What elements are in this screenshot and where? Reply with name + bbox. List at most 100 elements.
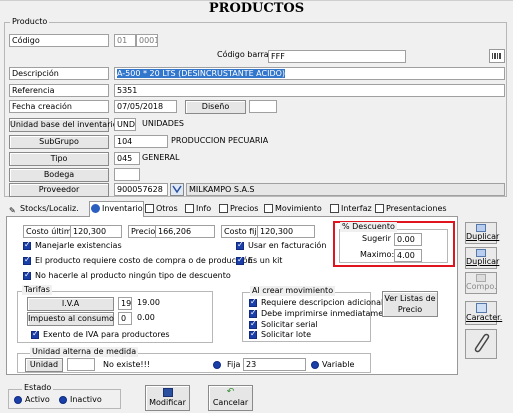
checkbox[interactable] — [23, 270, 31, 280]
checkbox[interactable] — [23, 240, 31, 250]
maximo-field[interactable]: 4.00 — [394, 249, 422, 262]
tab-movimiento-label: Movimiento — [275, 204, 322, 213]
checkbox[interactable] — [249, 308, 257, 318]
tab-stocks[interactable]: ✎ Stocks/Localiz. — [8, 202, 79, 216]
costo-fijo-field[interactable]: 120,300 — [257, 225, 315, 238]
bodega-field[interactable] — [114, 168, 140, 181]
referencia-field[interactable]: 5351 — [114, 84, 505, 97]
presentaciones-icon — [375, 204, 384, 213]
check-es-kit[interactable]: Es un kit — [236, 255, 282, 266]
modificar-button[interactable]: Modificar — [145, 385, 190, 411]
inactivo-radio[interactable] — [59, 396, 67, 404]
iva-button[interactable]: I.V.A — [27, 297, 114, 311]
check-label: Solicitar lote — [261, 330, 312, 339]
diseno-field[interactable] — [249, 100, 277, 113]
precio-field[interactable]: 166,206 — [155, 225, 215, 238]
fija-label: Fija — [227, 360, 241, 369]
check-label: Requiere descripcion adicional — [261, 298, 384, 307]
descripcion-field[interactable]: A-500 * 20 LTS (DESINCRUSTANTE ACIDO) — [114, 67, 505, 80]
check-label: Solicitar serial — [261, 320, 318, 329]
modificar-label: Modificar — [149, 398, 186, 407]
tipo-code-field[interactable]: 045 — [114, 152, 140, 165]
tipo-button[interactable]: Tipo — [9, 152, 109, 166]
tab-inventario[interactable]: Inventario — [89, 201, 144, 217]
tab-otros[interactable]: Otros — [144, 202, 178, 216]
compo-button[interactable]: Compo. — [465, 272, 497, 294]
unidad-base-code-field[interactable]: UND — [114, 118, 136, 131]
estado-title: Estado — [22, 383, 54, 393]
barcode-icon[interactable] — [489, 49, 505, 63]
costo-ultimo-field[interactable]: 120,300 — [70, 225, 122, 238]
check-label: Exento de IVA para productores — [43, 330, 170, 339]
tab-info[interactable]: Info — [184, 202, 211, 216]
duplicar-button-2[interactable]: Duplicar — [465, 247, 499, 269]
checkbox[interactable] — [249, 319, 257, 329]
tab-precios[interactable]: Precios — [218, 202, 258, 216]
check-solicitar-lote[interactable]: Solicitar lote — [249, 329, 312, 340]
attach-button[interactable] — [465, 329, 497, 359]
check-label: El producto requiere costo de compra o d… — [35, 256, 253, 265]
check-label: Debe imprimirse inmediatamente — [261, 309, 397, 318]
proveedor-lookup-icon[interactable] — [170, 183, 184, 196]
producto-group-label: Producto — [10, 17, 50, 27]
info-tab-icon — [185, 204, 194, 213]
checkbox[interactable] — [249, 297, 257, 307]
ver-listas-precio-button[interactable]: Ver Listas de Precio — [382, 291, 438, 317]
check-label: Usar en facturación — [248, 241, 327, 250]
checkbox[interactable] — [236, 240, 244, 250]
precio-label: Precio — [128, 225, 159, 238]
tab-presentaciones[interactable]: Presentaciones — [374, 202, 447, 216]
check-exento-iva[interactable]: Exento de IVA para productores — [31, 329, 170, 340]
activo-radio[interactable] — [14, 396, 22, 404]
tab-interfaz[interactable]: Interfaz — [329, 202, 372, 216]
variable-radio[interactable] — [311, 361, 319, 369]
check-solicitar-serial[interactable]: Solicitar serial — [249, 319, 318, 330]
fecha-creacion-field[interactable]: 07/05/2018 — [114, 100, 177, 113]
subgrupo-button[interactable]: SubGrupo — [9, 135, 109, 149]
ver-listas-label: Ver Listas de Precio — [384, 294, 436, 314]
proveedor-code-field[interactable]: 900057628 — [114, 183, 168, 196]
fija-radio[interactable] — [213, 361, 221, 369]
sugerir-field[interactable]: 0.00 — [394, 233, 422, 246]
check-usar-facturacion[interactable]: Usar en facturación — [236, 240, 327, 251]
tab-info-label: Info — [196, 204, 212, 213]
check-requiere-descripcion[interactable]: Requiere descripcion adicional — [249, 297, 384, 308]
iva-code-field[interactable]: 19 — [118, 297, 132, 310]
checkbox[interactable] — [23, 255, 31, 265]
caracter-icon — [475, 303, 487, 313]
impuesto-consumo-button[interactable]: Impuesto al consumo — [27, 312, 114, 326]
tab-inventario-label: Inventario — [102, 204, 143, 213]
check-no-descuento[interactable]: No hacerle al producto ningún tipo de de… — [23, 270, 231, 281]
duplicar-button-1[interactable]: Duplicar — [465, 222, 499, 244]
otros-icon — [145, 204, 154, 213]
checkbox[interactable] — [31, 329, 39, 339]
unidad-button[interactable]: Unidad — [25, 358, 63, 372]
check-manejarle-existencias[interactable]: Manejarle existencias — [23, 240, 122, 251]
checkbox[interactable] — [236, 255, 244, 265]
sugerir-label: Sugerir — [362, 234, 391, 243]
check-imprimirse[interactable]: Debe imprimirse inmediatamente — [249, 308, 397, 319]
cancelar-button[interactable]: ↶ Cancelar — [208, 385, 253, 411]
tab-precios-label: Precios — [230, 204, 259, 213]
consumo-code-field[interactable]: 0 — [118, 312, 132, 325]
cancelar-label: Cancelar — [212, 398, 249, 407]
caracter-button[interactable]: Caracter. — [465, 301, 502, 325]
unidad-alterna-title: Unidad alterna de medida — [30, 347, 139, 357]
bodega-button[interactable]: Bodega — [9, 168, 109, 182]
check-requiere-costo[interactable]: El producto requiere costo de compra o d… — [23, 255, 253, 266]
activo-label: Activo — [25, 395, 50, 404]
tab-movimiento[interactable]: Movimiento — [263, 202, 322, 216]
checkbox[interactable] — [249, 329, 257, 339]
tipo-name: GENERAL — [142, 153, 180, 162]
unidad-base-button[interactable]: Unidad base del inventario — [9, 118, 118, 132]
codigo-prefix-field[interactable]: 01 — [114, 34, 136, 47]
tab-presentaciones-label: Presentaciones — [386, 204, 447, 213]
codigo-barras-field[interactable]: FFF — [268, 50, 406, 63]
codigo-number-field[interactable]: 0001 — [136, 34, 158, 47]
proveedor-button[interactable]: Proveedor — [9, 183, 109, 197]
unidad-alterna-field[interactable] — [67, 358, 95, 371]
subgrupo-code-field[interactable]: 104 — [114, 135, 168, 148]
unidad-base-name: UNIDADES — [142, 119, 184, 128]
fija-field[interactable]: 23 — [243, 358, 306, 371]
diseno-button[interactable]: Diseño — [185, 100, 246, 114]
